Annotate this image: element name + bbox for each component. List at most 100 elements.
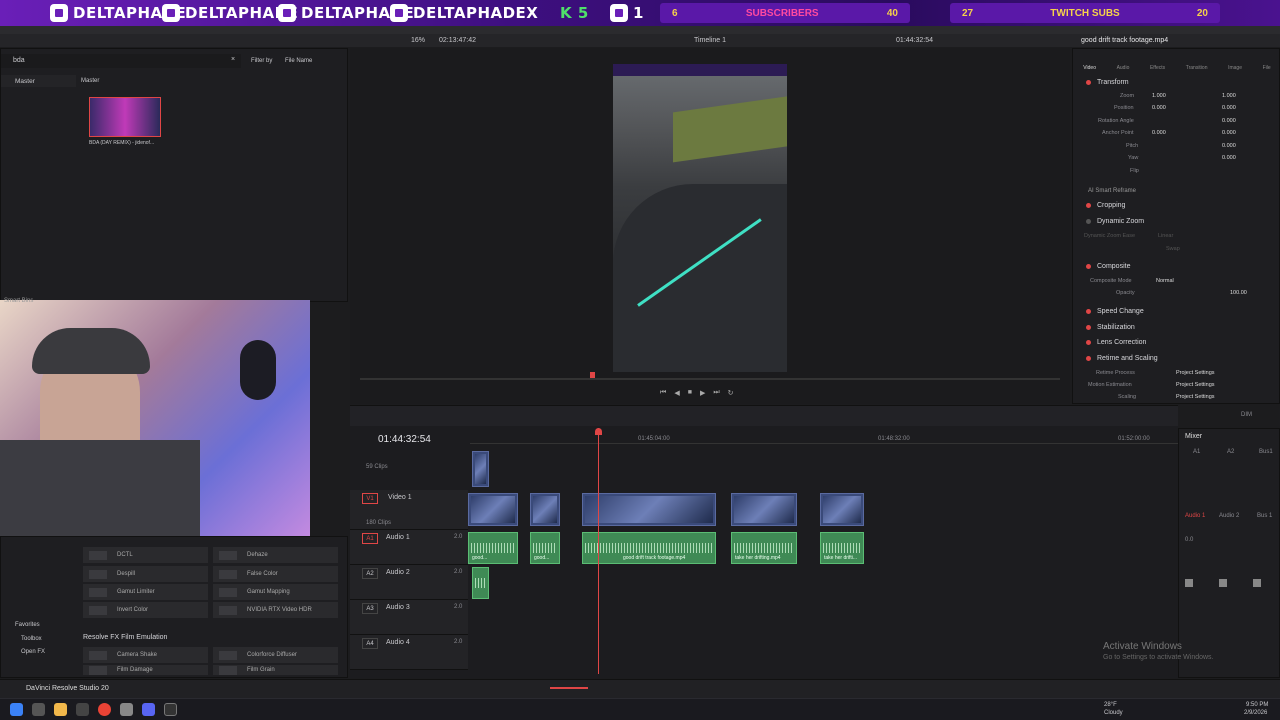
windows-start-icon[interactable] [10, 703, 23, 716]
section-dynamic-zoom[interactable]: Dynamic Zoom [1080, 215, 1270, 228]
clock-time[interactable]: 9:50 PM [1246, 702, 1268, 708]
timeline-playhead[interactable] [598, 428, 599, 674]
track-header-a3[interactable]: A3 Audio 3 2.0 [350, 600, 468, 635]
clock-date[interactable]: 2/9/2026 [1244, 710, 1267, 716]
youtube-icon [278, 4, 296, 22]
bin-master[interactable]: Master [1, 75, 76, 87]
effect-item[interactable]: NVIDIA RTX Video HDR [213, 602, 338, 618]
video-clip[interactable] [472, 451, 489, 487]
section-composite[interactable]: Composite [1080, 260, 1270, 273]
tab-image[interactable]: Image [1228, 65, 1242, 73]
track-header-a4[interactable]: A4 Audio 4 2.0 [350, 635, 468, 670]
tab-effects[interactable]: Effects [1150, 65, 1165, 73]
effect-item[interactable]: Colorforce Diffuser [213, 647, 338, 663]
timeline-ruler[interactable]: 01:45:04:00 01:48:32:00 01:52:00:00 [470, 430, 1178, 444]
position-y-field[interactable]: 0.000 [1222, 105, 1236, 111]
track-header-a1[interactable]: A1 Audio 1 2.0 [350, 530, 468, 565]
viewer-toolbar: 16% 02:13:47:42 Timeline 1 01:44:32:54 g… [0, 34, 1280, 47]
audio-clip[interactable] [472, 567, 489, 599]
section-lens-correction[interactable]: Lens Correction [1080, 336, 1270, 349]
dim-button[interactable]: DIM [1241, 412, 1252, 418]
timeline-name[interactable]: Timeline 1 [694, 37, 726, 44]
rotation-field[interactable]: 0.000 [1222, 118, 1236, 124]
audio-clip[interactable]: good... [468, 532, 518, 564]
viewer-scrubber[interactable] [360, 378, 1060, 380]
enable-dot[interactable] [1086, 80, 1091, 85]
tab-audio[interactable]: Audio [1117, 65, 1130, 73]
effect-item[interactable]: DCTL [83, 547, 208, 563]
anchor-y-field[interactable]: 0.000 [1222, 130, 1236, 136]
scaling-select[interactable]: Project Settings [1176, 394, 1215, 400]
zoom-x-field[interactable]: 1.000 [1152, 93, 1166, 99]
toolbox-item[interactable]: Toolbox [21, 636, 42, 642]
fader-a1[interactable] [1185, 579, 1193, 587]
section-smart-reframe[interactable]: AI Smart Reframe [1080, 184, 1270, 197]
openfx-item[interactable]: Open FX [21, 649, 45, 655]
tab-transition[interactable]: Transition [1186, 65, 1208, 73]
discord-icon[interactable] [142, 703, 155, 716]
section-stabilization[interactable]: Stabilization [1080, 321, 1270, 334]
audio-clip[interactable]: good drift track footage.mp4 [582, 532, 716, 564]
effect-item[interactable]: Invert Color [83, 602, 208, 618]
audio-clip[interactable]: good... [530, 532, 560, 564]
filter-dropdown[interactable]: File Name [285, 58, 312, 64]
position-x-field[interactable]: 0.000 [1152, 105, 1166, 111]
video-clip[interactable] [582, 493, 716, 526]
loop-icon[interactable]: ↻ [728, 389, 734, 399]
effect-item[interactable]: False Color [213, 566, 338, 582]
viewer-panel: ⏮ ◀ ■ ▶ ⏭ ↻ [350, 48, 1070, 404]
media-thumbnail[interactable] [89, 97, 161, 137]
video-clip[interactable] [820, 493, 864, 526]
anchor-x-field[interactable]: 0.000 [1152, 130, 1166, 136]
chrome-icon[interactable] [98, 703, 111, 716]
favorites-item[interactable]: Favorites [15, 622, 40, 628]
zoom-y-field[interactable]: 1.000 [1222, 93, 1236, 99]
composite-mode-select[interactable]: Normal [1156, 278, 1174, 284]
effect-item[interactable]: Despill [83, 566, 208, 582]
app-icon[interactable] [76, 703, 89, 716]
skip-start-icon[interactable]: ⏮ [660, 389, 666, 399]
section-transform[interactable]: Transform [1080, 76, 1270, 89]
fader-bus1[interactable] [1253, 579, 1261, 587]
track-header-v1[interactable]: V1 Video 1 180 Clips [350, 490, 468, 530]
search-icon[interactable] [32, 703, 45, 716]
audio-clip[interactable]: take her drifting.mp4 [731, 532, 797, 564]
app-icon[interactable] [120, 703, 133, 716]
effect-item[interactable]: Gamut Limiter [83, 584, 208, 600]
audio-clip[interactable]: take her drifti... [820, 532, 864, 564]
close-icon[interactable]: × [231, 56, 235, 63]
video-clip[interactable] [530, 493, 560, 526]
play-icon[interactable]: ▶ [700, 389, 705, 399]
motion-estimation-select[interactable]: Project Settings [1176, 382, 1215, 388]
effect-item[interactable]: Film Damage [83, 665, 208, 675]
edit-page-indicator[interactable] [550, 687, 588, 689]
search-input[interactable]: bda × [1, 54, 241, 68]
video-clip[interactable] [731, 493, 797, 526]
pitch-field[interactable]: 0.000 [1222, 143, 1236, 149]
tab-file[interactable]: File [1263, 65, 1271, 73]
section-speed-change[interactable]: Speed Change [1080, 305, 1270, 318]
step-back-icon[interactable]: ◀ [674, 389, 679, 399]
file-explorer-icon[interactable] [54, 703, 67, 716]
effect-item[interactable]: Film Grain [213, 665, 338, 675]
zoom-level[interactable]: 16% [411, 37, 425, 44]
section-retime[interactable]: Retime and Scaling [1080, 352, 1270, 365]
tab-video[interactable]: Video [1083, 65, 1096, 73]
effect-item[interactable]: Camera Shake [83, 647, 208, 663]
yaw-field[interactable]: 0.000 [1222, 155, 1236, 161]
effect-item[interactable]: Gamut Mapping [213, 584, 338, 600]
twitter-icon [390, 4, 408, 22]
stop-icon[interactable]: ■ [688, 389, 692, 399]
retime-process-select[interactable]: Project Settings [1176, 370, 1215, 376]
track-header-a2[interactable]: A2 Audio 2 2.0 [350, 565, 468, 600]
playhead-handle[interactable] [595, 428, 602, 435]
twitch-icon [50, 4, 68, 22]
opacity-field[interactable]: 100.00 [1230, 290, 1247, 296]
section-cropping[interactable]: Cropping [1080, 199, 1270, 212]
fader-a2[interactable] [1219, 579, 1227, 587]
skip-end-icon[interactable]: ⏭ [713, 389, 719, 399]
resolve-icon[interactable] [164, 703, 177, 716]
video-clip[interactable] [468, 493, 518, 526]
viewer-playhead[interactable] [590, 372, 595, 378]
effect-item[interactable]: Dehaze [213, 547, 338, 563]
